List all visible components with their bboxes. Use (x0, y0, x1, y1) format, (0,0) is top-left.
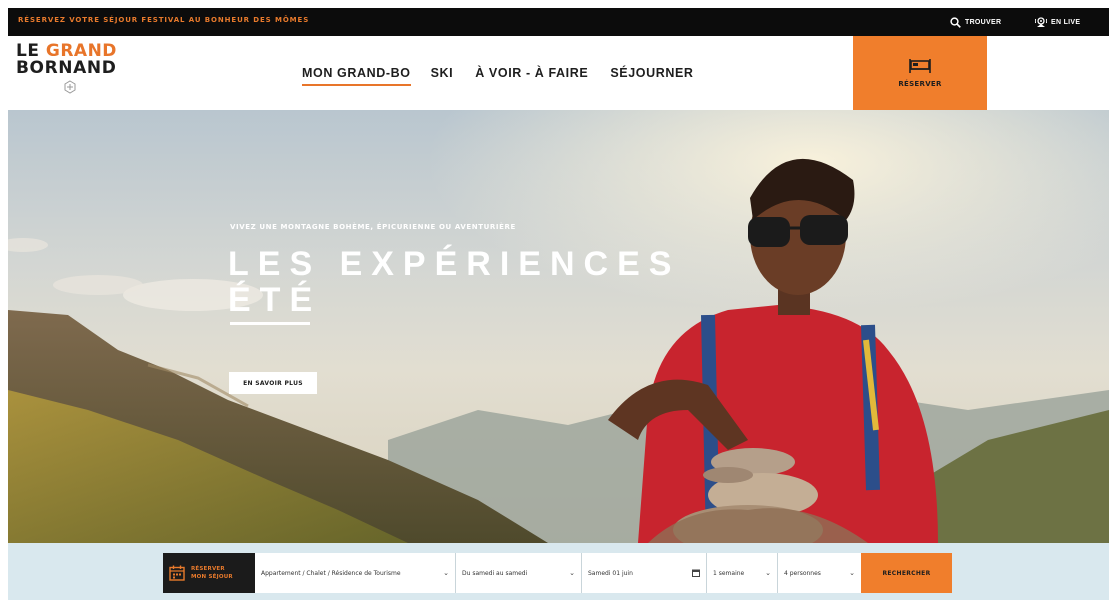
nav-item-a-voir-a-faire[interactable]: À VOIR - À FAIRE (475, 66, 588, 80)
chevron-down-icon: ⌄ (443, 569, 449, 577)
date-value: Samedi 01 juin (588, 569, 633, 577)
hero-kicker: VIVEZ UNE MONTAGNE BOHÈME, ÉPICURIENNE O… (230, 223, 516, 231)
main-nav: MON GRAND-BO SKI À VOIR - À FAIRE SÉJOUR… (302, 66, 694, 86)
period-select[interactable]: Du samedi au samedi ⌄ (456, 553, 581, 593)
duration-select[interactable]: 1 semaine ⌄ (707, 553, 777, 593)
search-link[interactable]: TROUVER (950, 15, 1001, 29)
hero-title-ete: ÉTÉ (228, 281, 322, 319)
search-icon (950, 16, 961, 28)
hero-title: LES EXPÉRIENCES (228, 245, 681, 283)
chevron-down-icon: ⌄ (849, 569, 855, 577)
accommodation-select[interactable]: Appartement / Chalet / Résidence de Tour… (255, 553, 455, 593)
booking-label-line1: RÉSERVER (191, 566, 225, 572)
hero-title-underline (230, 322, 310, 325)
site-logo[interactable]: LE GRAND BORNAND (16, 42, 136, 102)
chevron-down-icon: ⌄ (569, 569, 575, 577)
accommodation-value: Appartement / Chalet / Résidence de Tour… (261, 569, 401, 577)
calendar-icon (169, 565, 185, 581)
hero-banner: VIVEZ UNE MONTAGNE BOHÈME, ÉPICURIENNE O… (8, 110, 1109, 543)
bed-icon (909, 59, 931, 73)
calendar-icon (692, 569, 700, 577)
date-picker[interactable]: Samedi 01 juin (582, 553, 706, 593)
people-value: 4 personnes (784, 569, 821, 577)
logo-text-bornand: BORNAND (16, 58, 117, 78)
hero-background-image (8, 110, 1109, 543)
nav-item-mon-grand-bo[interactable]: MON GRAND-BO (302, 66, 411, 86)
nav-item-sejourner[interactable]: SÉJOURNER (610, 66, 693, 80)
people-select[interactable]: 4 personnes ⌄ (778, 553, 861, 593)
logo-emblem-icon (64, 80, 76, 94)
live-link[interactable]: EN LIVE (1035, 15, 1080, 29)
reserve-label: RÉSERVER (898, 80, 942, 88)
webcam-icon (1035, 16, 1047, 27)
top-bar: RÉSERVEZ VOTRE SÉJOUR FESTIVAL AU BONHEU… (8, 8, 1109, 36)
learn-more-button[interactable]: EN SAVOIR PLUS (229, 372, 317, 394)
search-button[interactable]: RECHERCHER (861, 553, 952, 593)
nav-item-ski[interactable]: SKI (431, 66, 454, 80)
duration-value: 1 semaine (713, 569, 745, 577)
promo-link[interactable]: RÉSERVEZ VOTRE SÉJOUR FESTIVAL AU BONHEU… (18, 16, 309, 24)
live-label: EN LIVE (1051, 18, 1081, 26)
reserve-button[interactable]: RÉSERVER (853, 36, 987, 110)
booking-label: RÉSERVER MON SÉJOUR (163, 553, 255, 593)
main-header: LE GRAND BORNAND MON GRAND-BO SKI À VOIR… (8, 36, 1109, 110)
search-label: TROUVER (965, 18, 1002, 26)
booking-label-line2: MON SÉJOUR (191, 574, 233, 580)
booking-bar: RÉSERVER MON SÉJOUR Appartement / Chalet… (8, 543, 1109, 600)
chevron-down-icon: ⌄ (765, 569, 771, 577)
period-value: Du samedi au samedi (462, 569, 528, 577)
